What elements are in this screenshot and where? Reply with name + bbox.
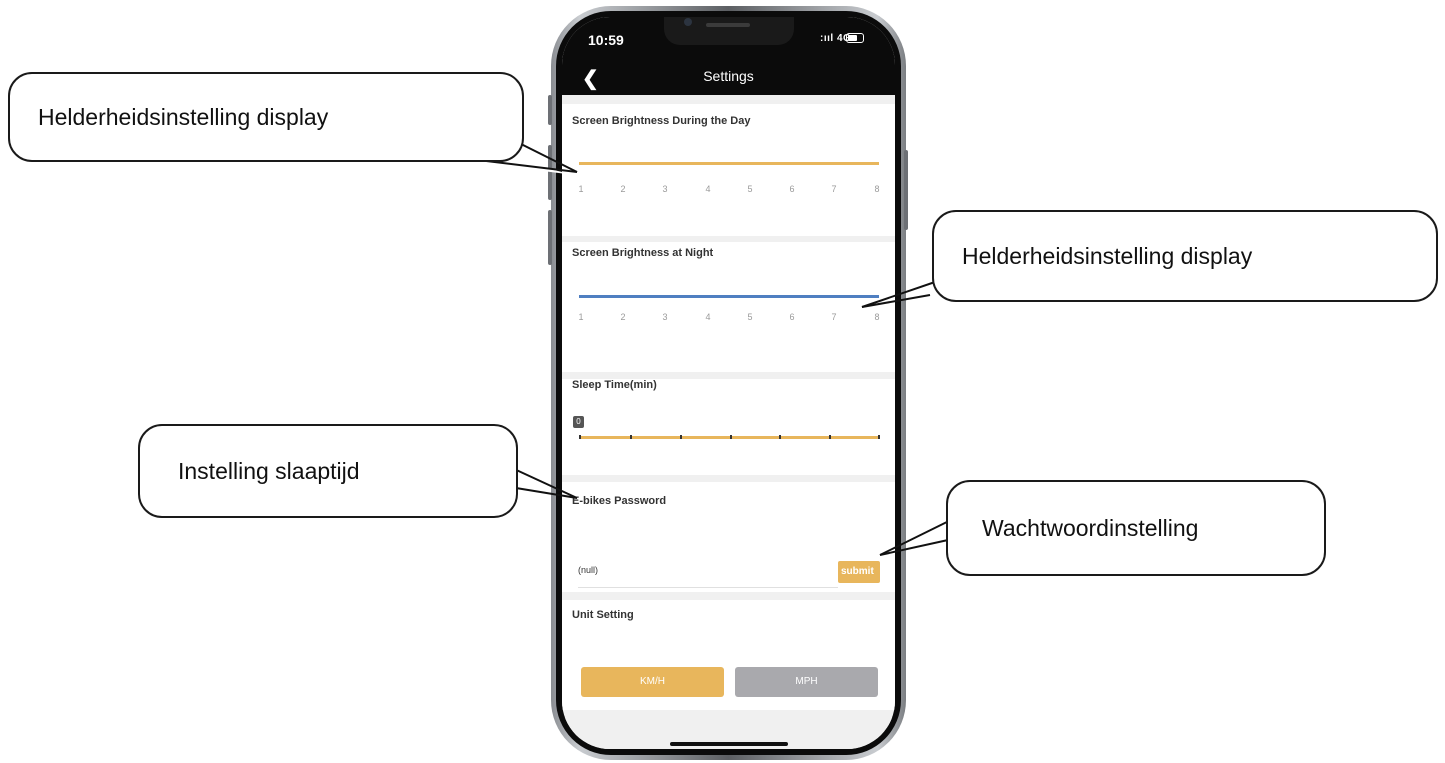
tick-label: 4	[705, 184, 711, 194]
nav-bar: ❮ Settings	[562, 59, 895, 95]
sleep-time-title: Sleep Time(min)	[572, 379, 657, 391]
callout-sleep-text: Instelling slaaptijd	[178, 457, 360, 484]
tick-label: 7	[831, 184, 837, 194]
sleep-tick	[730, 435, 732, 439]
night-brightness-title: Screen Brightness at Night	[572, 247, 714, 259]
tick-label: 2	[620, 184, 626, 194]
callout-day-text: Helderheidsinstelling display	[38, 103, 329, 130]
callout-password: Wachtwoordinstelling	[946, 480, 1326, 576]
phone-screen: 10:59 :ııl 4G ❮ Settings Screen Brightne…	[562, 17, 895, 749]
tick-label: 3	[662, 312, 668, 322]
sleep-tick	[630, 435, 632, 439]
tick-label: 6	[789, 312, 795, 322]
callout-night-text: Helderheidsinstelling display	[962, 242, 1253, 269]
camera-icon	[684, 18, 692, 26]
password-input[interactable]: (null)	[578, 565, 598, 575]
night-brightness-slider[interactable]	[579, 295, 879, 298]
tick-label: 5	[747, 184, 753, 194]
tick-label: 2	[620, 312, 626, 322]
sleep-tick	[829, 435, 831, 439]
callout-night-brightness: Helderheidsinstelling display	[932, 210, 1438, 302]
password-underline	[578, 587, 838, 588]
notch	[664, 17, 794, 45]
callout-sleep-time: Instelling slaaptijd	[138, 424, 518, 518]
tick-label: 1	[578, 184, 584, 194]
tick-label: 1	[578, 312, 584, 322]
sleep-time-thumb[interactable]: 0	[573, 416, 584, 428]
mute-switch	[548, 95, 552, 125]
tick-label: 8	[874, 312, 880, 322]
tick-label: 4	[705, 312, 711, 322]
day-brightness-slider[interactable]	[579, 162, 879, 165]
tick-label: 3	[662, 184, 668, 194]
status-bar: 10:59 :ııl 4G	[562, 17, 895, 59]
callout-password-text: Wachtwoordinstelling	[982, 514, 1199, 541]
submit-button[interactable]: submit	[838, 561, 880, 583]
night-brightness-card	[562, 242, 895, 372]
sleep-time-slider[interactable]	[579, 436, 879, 439]
home-indicator	[670, 742, 788, 746]
tick-label: 6	[789, 184, 795, 194]
volume-down-button	[548, 210, 552, 265]
tick-label: 7	[831, 312, 837, 322]
unit-title: Unit Setting	[572, 609, 634, 621]
sleep-time-card	[562, 379, 895, 475]
sleep-tick	[878, 435, 880, 439]
sleep-tick	[779, 435, 781, 439]
power-button	[904, 150, 908, 230]
tick-label: 5	[747, 312, 753, 322]
mph-button[interactable]: MPH	[735, 667, 878, 697]
sleep-tick	[680, 435, 682, 439]
password-title: E-bikes Password	[572, 495, 667, 507]
sleep-tick	[579, 435, 581, 439]
day-brightness-title: Screen Brightness During the Day	[572, 115, 751, 127]
page-title: Settings	[703, 68, 754, 84]
kmh-button[interactable]: KM/H	[581, 667, 724, 697]
callout-day-brightness: Helderheidsinstelling display	[8, 72, 524, 162]
battery-icon	[846, 33, 864, 43]
speaker-icon	[706, 23, 750, 27]
status-time: 10:59	[588, 32, 624, 48]
volume-up-button	[548, 145, 552, 200]
tick-label: 8	[874, 184, 880, 194]
